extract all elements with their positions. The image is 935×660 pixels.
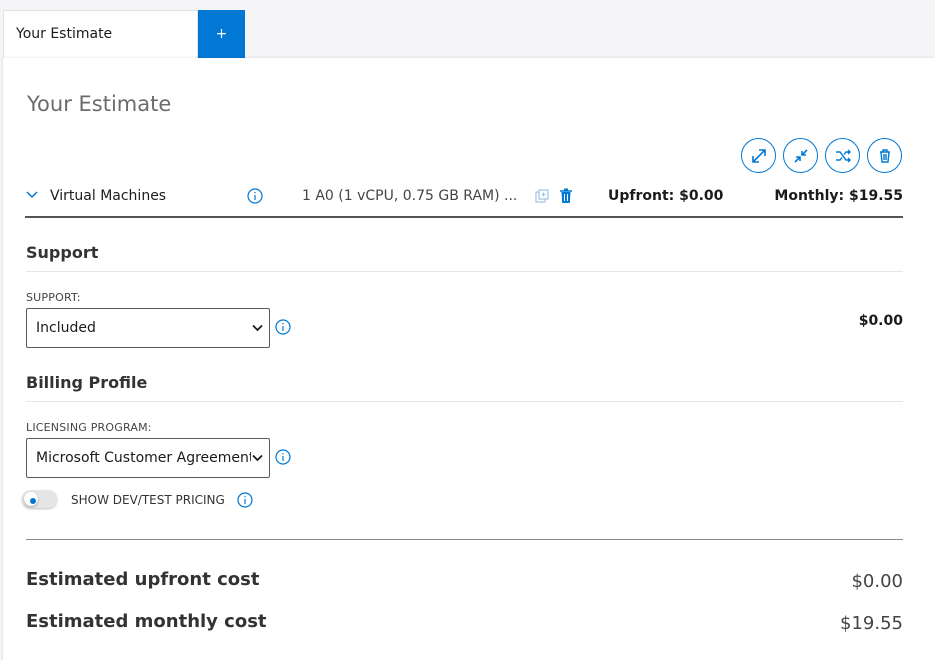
service-description: 1 A0 (1 vCPU, 0.75 GB RAM) ...	[302, 188, 518, 204]
add-estimate-button[interactable]: +	[198, 10, 245, 58]
licensing-program-value: Microsoft Customer Agreement	[36, 450, 251, 466]
tab-your-estimate[interactable]: Your Estimate	[3, 10, 198, 58]
licensing-info-icon[interactable]	[275, 449, 291, 465]
service-name[interactable]: Virtual Machines	[50, 188, 166, 204]
tab-bar: Your Estimate +	[0, 0, 935, 58]
estimated-monthly-value: $19.55	[840, 613, 903, 634]
service-row-virtual-machines: Virtual Machines 1 A0 (1 vCPU, 0.75 GB R…	[25, 178, 903, 218]
totals-divider	[26, 539, 903, 540]
info-icon[interactable]	[247, 188, 263, 204]
clone-icon[interactable]	[535, 189, 549, 203]
divider	[26, 271, 903, 272]
toggle-knob	[24, 492, 38, 506]
divider	[26, 401, 903, 402]
page-title: Your Estimate	[27, 92, 172, 116]
support-heading: Support	[26, 243, 99, 262]
toggle-dot	[30, 498, 36, 504]
delete-all-button[interactable]	[867, 138, 902, 173]
collapse-all-icon	[793, 148, 808, 163]
licensing-program-label: LICENSING PROGRAM:	[26, 421, 152, 434]
billing-profile-heading: Billing Profile	[26, 373, 148, 392]
shuffle-button[interactable]	[825, 138, 860, 173]
chevron-down-icon	[252, 324, 263, 332]
trash-icon	[879, 148, 890, 163]
service-monthly-cost: Monthly: $19.55	[774, 188, 903, 204]
tab-label: Your Estimate	[16, 26, 113, 42]
chevron-down-icon	[252, 454, 263, 462]
chevron-down-icon[interactable]	[25, 188, 39, 202]
dev-test-info-icon[interactable]	[237, 492, 253, 508]
expand-all-icon	[751, 148, 766, 163]
estimated-upfront-value: $0.00	[851, 571, 903, 592]
service-upfront-cost: Upfront: $0.00	[608, 188, 724, 204]
dev-test-pricing-label: SHOW DEV/TEST PRICING	[71, 493, 225, 507]
collapse-all-button[interactable]	[783, 138, 818, 173]
estimated-upfront-label: Estimated upfront cost	[26, 569, 260, 590]
dev-test-pricing-toggle[interactable]	[22, 490, 57, 508]
estimate-panel: Your Estimate Virtual Machines 1 A0 (1 v…	[3, 58, 935, 660]
support-label: SUPPORT:	[26, 291, 81, 304]
licensing-program-select[interactable]: Microsoft Customer Agreement	[26, 438, 270, 478]
estimated-monthly-label: Estimated monthly cost	[26, 611, 267, 632]
support-select-value: Included	[36, 320, 96, 336]
support-info-icon[interactable]	[275, 319, 291, 335]
delete-icon[interactable]	[559, 188, 573, 204]
support-amount: $0.00	[858, 313, 903, 329]
support-select[interactable]: Included	[26, 308, 270, 348]
expand-all-button[interactable]	[741, 138, 776, 173]
shuffle-icon	[835, 149, 851, 162]
